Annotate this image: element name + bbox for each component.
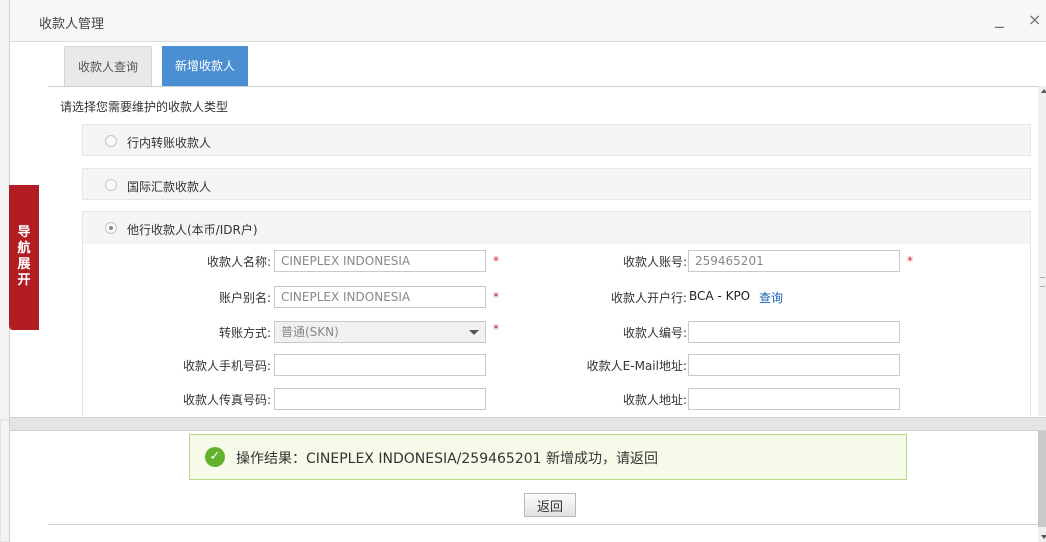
window-title: 收款人管理	[39, 17, 105, 32]
email-label: 收款人E-Mail地址:	[586, 359, 687, 373]
transfer-method-label: 转账方式:	[218, 326, 271, 340]
check-circle-icon: ✓	[205, 447, 225, 467]
result-message-box: ✓ 操作结果：CINEPLEX INDONESIA/259465201 新增成功…	[189, 434, 907, 480]
scroll-grip-icon[interactable]	[1040, 277, 1045, 287]
nav-expand-label: 导航展开	[17, 225, 31, 288]
account-number-input[interactable]: 259465201	[688, 250, 900, 272]
payee-management-window: 收款人管理 _ × 收款人查询 新增收款人 请选择您需要维护的收款人类型 行内转…	[9, 0, 1046, 542]
required-mark: *	[493, 322, 499, 336]
back-button[interactable]: 返回	[524, 493, 576, 517]
mobile-input[interactable]	[274, 354, 486, 376]
scroll-down-icon[interactable]	[1041, 535, 1046, 539]
payee-code-label: 收款人编号:	[622, 326, 687, 340]
email-input[interactable]	[688, 354, 900, 376]
address-label: 收款人地址:	[622, 393, 687, 407]
result-scroll-thumb[interactable]	[1038, 431, 1046, 527]
chevron-down-icon	[469, 330, 479, 335]
scroll-up-icon[interactable]	[1041, 89, 1046, 93]
fax-label: 收款人传真号码:	[182, 393, 271, 407]
radio-international-remittance[interactable]	[105, 179, 117, 191]
transfer-method-select[interactable]: 普通(SKN)	[274, 321, 486, 343]
window-header: 收款人管理 _ ×	[10, 0, 1046, 42]
form-scrollbar[interactable]	[1038, 86, 1046, 416]
payee-bank-value: BCA - KPO	[689, 289, 751, 303]
close-icon[interactable]: ×	[1028, 10, 1041, 29]
account-number-label: 收款人账号:	[622, 255, 687, 269]
transfer-method-value: 普通(SKN)	[281, 325, 339, 339]
panel-divider	[10, 417, 1046, 431]
account-alias-input[interactable]: CINEPLEX INDONESIA	[274, 286, 486, 308]
option-label: 国际汇款收款人	[127, 180, 212, 194]
payee-code-input[interactable]	[688, 321, 900, 343]
form-prompt: 请选择您需要维护的收款人类型	[60, 100, 229, 114]
option-label: 他行收款人(本币/IDR户)	[127, 223, 258, 237]
option-internal-transfer[interactable]: 行内转账收款人	[82, 124, 1031, 156]
account-alias-label: 账户别名:	[218, 291, 271, 305]
required-mark: *	[907, 254, 913, 268]
tab-payee-query[interactable]: 收款人查询	[64, 46, 152, 86]
option-label: 行内转账收款人	[127, 136, 212, 150]
option-international-remittance[interactable]: 国际汇款收款人	[82, 168, 1031, 200]
mobile-label: 收款人手机号码:	[182, 359, 271, 373]
payee-name-input[interactable]: CINEPLEX INDONESIA	[274, 250, 486, 272]
required-mark: *	[493, 290, 499, 304]
option-other-bank[interactable]: 他行收款人(本币/IDR户)	[83, 212, 1030, 244]
payee-bank-label: 收款人开户行:	[610, 291, 687, 305]
option-other-bank-section: 他行收款人(本币/IDR户) 收款人名称: CINEPLEX INDONESIA…	[82, 211, 1031, 416]
result-message: 操作结果：CINEPLEX INDONESIA/259465201 新增成功，请…	[236, 451, 658, 467]
payee-name-label: 收款人名称:	[206, 255, 271, 269]
fax-input[interactable]	[274, 388, 486, 410]
bank-query-link[interactable]: 查询	[759, 289, 783, 306]
address-input[interactable]	[688, 388, 900, 410]
minimize-icon[interactable]: _	[995, 8, 1004, 29]
radio-other-bank[interactable]	[105, 222, 117, 234]
result-panel: ✓ 操作结果：CINEPLEX INDONESIA/259465201 新增成功…	[48, 431, 1038, 525]
radio-internal-transfer[interactable]	[105, 135, 117, 147]
add-payee-form: 请选择您需要维护的收款人类型 行内转账收款人 国际汇款收款人 他行收款人(本币/…	[48, 86, 1038, 416]
tab-add-payee[interactable]: 新增收款人	[162, 46, 248, 86]
required-mark: *	[493, 254, 499, 268]
nav-expand-button[interactable]: 导航展开	[9, 185, 39, 330]
